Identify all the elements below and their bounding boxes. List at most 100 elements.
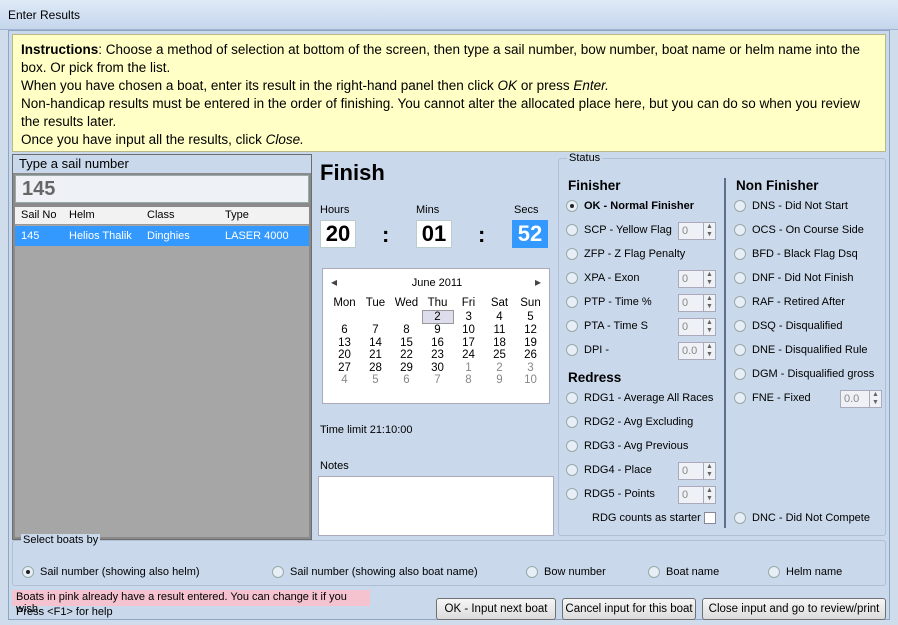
calendar-day[interactable]: 6: [391, 374, 422, 387]
calendar-day[interactable]: 19: [515, 337, 546, 350]
calendar-month[interactable]: June 2011: [323, 277, 551, 289]
calendar-day[interactable]: 3: [515, 362, 546, 375]
hours-input[interactable]: 20: [320, 220, 356, 248]
calendar-day[interactable]: 22: [391, 349, 422, 362]
radio-rdg5[interactable]: RDG5 - Points 0 ▲ ▼: [566, 486, 726, 504]
calendar-day[interactable]: 30: [329, 310, 360, 324]
col-helm[interactable]: Helm: [69, 209, 95, 221]
calendar-day-today[interactable]: 2: [421, 309, 454, 324]
radio-bfd[interactable]: BFD - Black Flag Dsq: [734, 246, 884, 264]
col-type[interactable]: Type: [225, 209, 249, 221]
spinner-arrows-icon[interactable]: ▲ ▼: [703, 271, 715, 287]
calendar-day[interactable]: 29: [391, 362, 422, 375]
calendar-day[interactable]: 28: [360, 362, 391, 375]
select-sail-helm[interactable]: Sail number (showing also helm): [22, 564, 262, 582]
col-sail-no[interactable]: Sail No: [21, 209, 56, 221]
select-sail-boatname[interactable]: Sail number (showing also boat name): [272, 564, 492, 582]
ok-next-button[interactable]: OK - Input next boat: [436, 598, 556, 620]
calendar-day[interactable]: 21: [360, 349, 391, 362]
calendar-day[interactable]: 27: [329, 362, 360, 375]
scp-spinner[interactable]: 0 ▲ ▼: [678, 222, 716, 240]
sail-number-input[interactable]: 145: [15, 175, 309, 203]
calendar-next-icon[interactable]: ▸: [535, 275, 541, 289]
radio-dns[interactable]: DNS - Did Not Start: [734, 198, 884, 216]
calendar-day[interactable]: 4: [329, 374, 360, 387]
radio-fne[interactable]: FNE - Fixed 0.0 ▲ ▼: [734, 390, 884, 408]
spinner-arrows-icon[interactable]: ▲ ▼: [869, 391, 881, 407]
radio-ptp[interactable]: PTP - Time % 0 ▲ ▼: [566, 294, 726, 312]
spinner-arrows-icon[interactable]: ▲ ▼: [703, 343, 715, 359]
table-row[interactable]: 145 Helios Thalik Dinghies LASER 4000: [15, 226, 309, 246]
radio-dgm[interactable]: DGM - Disqualified gross: [734, 366, 884, 384]
calendar-day[interactable]: 2: [484, 362, 515, 375]
radio-rdg3[interactable]: RDG3 - Avg Previous: [566, 438, 726, 456]
calendar-day[interactable]: 9: [422, 324, 453, 337]
calendar-day[interactable]: 10: [515, 374, 546, 387]
radio-pta[interactable]: PTA - Time S 0 ▲ ▼: [566, 318, 726, 336]
calendar-day[interactable]: 8: [391, 324, 422, 337]
calendar-day[interactable]: 26: [515, 349, 546, 362]
ptp-spinner[interactable]: 0 ▲ ▼: [678, 294, 716, 312]
calendar-day[interactable]: 24: [453, 349, 484, 362]
calendar-day[interactable]: 4: [484, 310, 515, 324]
boat-grid[interactable]: Sail No Helm Class Type 145 Helios Thali…: [15, 207, 309, 537]
calendar-day[interactable]: 31: [360, 310, 391, 324]
select-boat-name[interactable]: Boat name: [648, 564, 758, 582]
cancel-input-button[interactable]: Cancel input for this boat: [562, 598, 696, 620]
calendar-day[interactable]: 3: [453, 310, 484, 324]
select-helm-name[interactable]: Helm name: [768, 564, 868, 582]
radio-ocs[interactable]: OCS - On Course Side: [734, 222, 884, 240]
radio-zfp[interactable]: ZFP - Z Flag Penalty: [566, 246, 726, 264]
radio-dsq[interactable]: DSQ - Disqualified: [734, 318, 884, 336]
calendar-day[interactable]: 11: [484, 324, 515, 337]
calendar-day[interactable]: 5: [515, 310, 546, 324]
calendar-day[interactable]: 10: [453, 324, 484, 337]
spinner-arrows-icon[interactable]: ▲ ▼: [703, 487, 715, 503]
calendar-day[interactable]: 1: [391, 310, 422, 324]
calendar-day[interactable]: 9: [484, 374, 515, 387]
calendar-day[interactable]: 23: [422, 349, 453, 362]
calendar-day[interactable]: 8: [453, 374, 484, 387]
calendar-day[interactable]: 18: [484, 337, 515, 350]
calendar-day[interactable]: 14: [360, 337, 391, 350]
spinner-arrows-icon[interactable]: ▲ ▼: [703, 295, 715, 311]
calendar-day[interactable]: 1: [453, 362, 484, 375]
calendar-day[interactable]: 16: [422, 337, 453, 350]
rdg5-spinner[interactable]: 0 ▲ ▼: [678, 486, 716, 504]
radio-ok[interactable]: OK - Normal Finisher: [566, 198, 726, 216]
radio-scp[interactable]: SCP - Yellow Flag 0 ▲ ▼: [566, 222, 726, 240]
xpa-spinner[interactable]: 0 ▲ ▼: [678, 270, 716, 288]
calendar-day[interactable]: 7: [360, 324, 391, 337]
calendar-day[interactable]: 7: [422, 374, 453, 387]
close-review-button[interactable]: Close input and go to review/print: [702, 598, 886, 620]
radio-raf[interactable]: RAF - Retired After: [734, 294, 884, 312]
calendar-day[interactable]: 15: [391, 337, 422, 350]
calendar-day[interactable]: 13: [329, 337, 360, 350]
spinner-arrows-icon[interactable]: ▲ ▼: [703, 223, 715, 239]
rdg-counts-checkbox[interactable]: [704, 512, 716, 524]
rdg4-spinner[interactable]: 0 ▲ ▼: [678, 462, 716, 480]
mins-input[interactable]: 01: [416, 220, 452, 248]
calendar-day[interactable]: 17: [453, 337, 484, 350]
radio-rdg2[interactable]: RDG2 - Avg Excluding: [566, 414, 726, 432]
calendar-day[interactable]: 12: [515, 324, 546, 337]
spinner-arrows-icon[interactable]: ▲ ▼: [703, 319, 715, 335]
fne-spinner[interactable]: 0.0 ▲ ▼: [840, 390, 882, 408]
radio-rdg1[interactable]: RDG1 - Average All Races: [566, 390, 726, 408]
pta-spinner[interactable]: 0 ▲ ▼: [678, 318, 716, 336]
radio-rdg4[interactable]: RDG4 - Place 0 ▲ ▼: [566, 462, 726, 480]
radio-xpa[interactable]: XPA - Exon 0 ▲ ▼: [566, 270, 726, 288]
dpi-spinner[interactable]: 0.0 ▲ ▼: [678, 342, 716, 360]
calendar-day[interactable]: 6: [329, 324, 360, 337]
calendar-day[interactable]: 25: [484, 349, 515, 362]
radio-dpi[interactable]: DPI - 0.0 ▲ ▼: [566, 342, 726, 360]
calendar-day[interactable]: 5: [360, 374, 391, 387]
calendar-day[interactable]: 30: [422, 362, 453, 375]
col-class[interactable]: Class: [147, 209, 175, 221]
radio-dnc[interactable]: DNC - Did Not Compete: [734, 510, 884, 528]
calendar[interactable]: ◂ June 2011 ▸ Mon Tue Wed Thu Fri Sat Su…: [322, 268, 550, 404]
spinner-arrows-icon[interactable]: ▲ ▼: [703, 463, 715, 479]
select-bow-number[interactable]: Bow number: [526, 564, 636, 582]
radio-dne[interactable]: DNE - Disqualified Rule: [734, 342, 884, 360]
notes-textarea[interactable]: [318, 476, 554, 536]
